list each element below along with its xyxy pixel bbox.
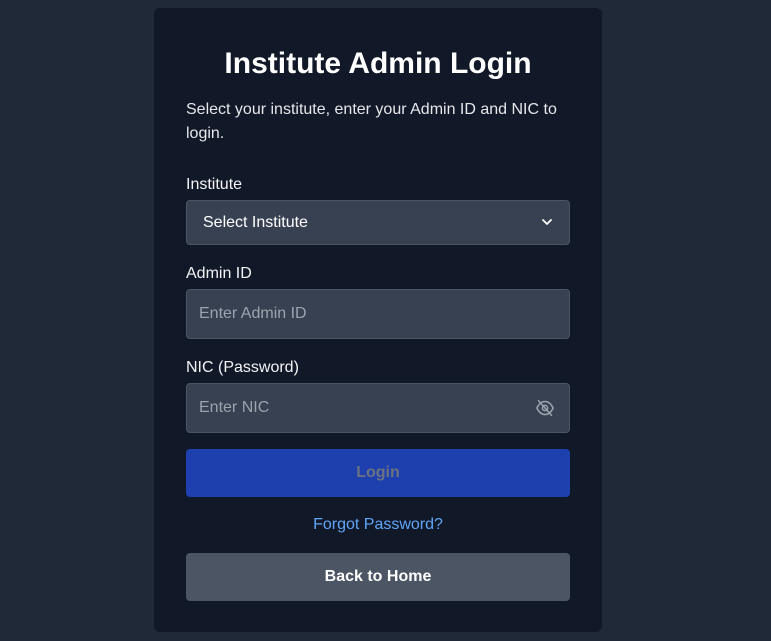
institute-select[interactable]: Select Institute <box>186 200 570 245</box>
nic-password-input[interactable] <box>186 383 570 433</box>
nic-label: NIC (Password) <box>186 359 299 376</box>
forgot-password-link[interactable]: Forgot Password? <box>154 515 602 535</box>
eye-off-icon[interactable] <box>534 398 556 418</box>
page-subtitle: Select your institute, enter your Admin … <box>186 101 557 142</box>
admin-id-label: Admin ID <box>186 265 252 282</box>
nic-field-wrapper <box>186 383 570 433</box>
back-to-home-button[interactable]: Back to Home <box>186 553 570 601</box>
chevron-down-icon <box>541 217 553 229</box>
institute-label: Institute <box>186 176 243 193</box>
page-title: Institute Admin Login <box>224 47 532 80</box>
admin-id-input[interactable] <box>186 289 570 339</box>
institute-select-value: Select Institute <box>203 213 308 231</box>
login-button[interactable]: Login <box>186 449 570 497</box>
login-card: Institute Admin Login Select your instit… <box>154 8 602 632</box>
